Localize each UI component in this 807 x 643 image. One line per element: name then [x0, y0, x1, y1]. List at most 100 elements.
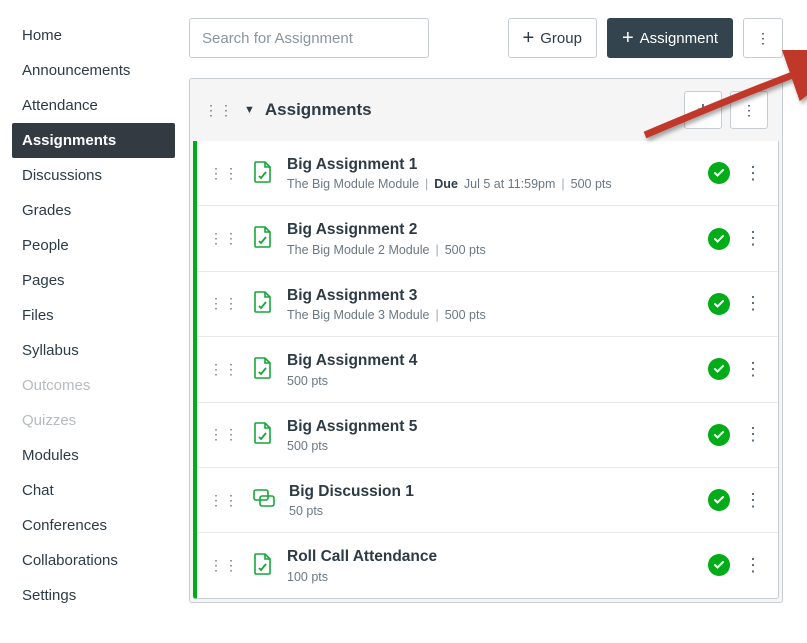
module-name: The Big Module 3 Module — [287, 308, 429, 322]
drag-handle-icon[interactable]: ⋮⋮ — [209, 295, 239, 312]
drag-handle-icon[interactable]: ⋮⋮ — [209, 230, 239, 247]
published-icon[interactable] — [708, 554, 730, 576]
group-add-button[interactable]: + — [684, 91, 722, 129]
sidebar-item-chat[interactable]: Chat — [12, 473, 175, 508]
sidebar-item-grades[interactable]: Grades — [12, 193, 175, 228]
sidebar-item-settings[interactable]: Settings — [12, 578, 175, 613]
group-more-button[interactable]: ⋮ — [730, 91, 768, 129]
more-vertical-icon: ⋮ — [756, 30, 770, 47]
separator: | — [435, 308, 438, 322]
sidebar-item-outcomes[interactable]: Outcomes — [12, 368, 175, 403]
search-placeholder: Search for Assignment — [202, 30, 353, 47]
assignment-subtext: The Big Module 2 Module | 500 pts — [287, 243, 694, 257]
main-content: Search for Assignment + Group + Assignme… — [175, 0, 807, 643]
sidebar-item-conferences[interactable]: Conferences — [12, 508, 175, 543]
assignment-icon — [253, 226, 273, 251]
assignment-title: Big Assignment 4 — [287, 351, 694, 370]
assignment-title: Big Discussion 1 — [289, 482, 694, 501]
published-icon[interactable] — [708, 162, 730, 184]
assignment-list: ⋮⋮ Big Assignment 1 The Big Module Modul… — [193, 141, 779, 599]
drag-handle-icon[interactable]: ⋮⋮ — [204, 102, 234, 119]
assignment-row[interactable]: ⋮⋮ Roll Call Attendance 100 pts ⋮ — [197, 533, 778, 597]
row-more-button[interactable]: ⋮ — [744, 424, 762, 445]
row-more-button[interactable]: ⋮ — [744, 490, 762, 511]
row-more-button[interactable]: ⋮ — [744, 163, 762, 184]
assignment-subtext: The Big Module Module | Due Jul 5 at 11:… — [287, 177, 694, 191]
drag-handle-icon[interactable]: ⋮⋮ — [209, 492, 239, 509]
assignment-subtext: 50 pts — [289, 504, 694, 518]
module-name: The Big Module Module — [287, 177, 419, 191]
sidebar-item-pages[interactable]: Pages — [12, 263, 175, 298]
assignment-subtext: 500 pts — [287, 439, 694, 453]
drag-handle-icon[interactable]: ⋮⋮ — [209, 426, 239, 443]
points: 100 pts — [287, 570, 328, 584]
course-sidebar: Home Announcements Attendance Assignment… — [0, 0, 175, 643]
assignment-row[interactable]: ⋮⋮ Big Discussion 1 50 pts ⋮ — [197, 468, 778, 533]
published-icon[interactable] — [708, 424, 730, 446]
assignment-subtext: 500 pts — [287, 374, 694, 388]
points: 500 pts — [445, 308, 486, 322]
drag-handle-icon[interactable]: ⋮⋮ — [209, 361, 239, 378]
sidebar-item-modules[interactable]: Modules — [12, 438, 175, 473]
plus-icon: + — [523, 28, 535, 48]
discussion-icon — [253, 489, 275, 512]
due-date: Jul 5 at 11:59pm — [464, 177, 556, 191]
sidebar-item-syllabus[interactable]: Syllabus — [12, 333, 175, 368]
add-group-button[interactable]: + Group — [508, 18, 597, 58]
points: 500 pts — [571, 177, 612, 191]
assignment-title: Big Assignment 2 — [287, 220, 694, 239]
sidebar-item-collaborations[interactable]: Collaborations — [12, 543, 175, 578]
assignment-group-header[interactable]: ⋮⋮ ▼ Assignments + ⋮ — [190, 79, 782, 141]
search-input[interactable]: Search for Assignment — [189, 18, 429, 58]
row-more-button[interactable]: ⋮ — [744, 555, 762, 576]
published-icon[interactable] — [708, 358, 730, 380]
assignment-row[interactable]: ⋮⋮ Big Assignment 3 The Big Module 3 Mod… — [197, 272, 778, 337]
separator: | — [435, 243, 438, 257]
sidebar-item-announcements[interactable]: Announcements — [12, 53, 175, 88]
assignment-icon — [253, 161, 273, 186]
more-vertical-icon: ⋮ — [742, 102, 756, 119]
plus-icon: + — [697, 100, 709, 120]
sidebar-item-quizzes[interactable]: Quizzes — [12, 403, 175, 438]
assignment-title: Big Assignment 3 — [287, 286, 694, 305]
assignment-row[interactable]: ⋮⋮ Big Assignment 2 The Big Module 2 Mod… — [197, 206, 778, 271]
published-icon[interactable] — [708, 228, 730, 250]
points: 500 pts — [287, 374, 328, 388]
plus-icon: + — [622, 28, 634, 48]
assignment-row[interactable]: ⋮⋮ Big Assignment 4 500 pts ⋮ — [197, 337, 778, 402]
assignment-title: Roll Call Attendance — [287, 547, 694, 566]
sidebar-item-people[interactable]: People — [12, 228, 175, 263]
collapse-caret-icon[interactable]: ▼ — [244, 104, 255, 116]
assignment-row[interactable]: ⋮⋮ Big Assignment 1 The Big Module Modul… — [197, 141, 778, 206]
sidebar-item-discussions[interactable]: Discussions — [12, 158, 175, 193]
published-icon[interactable] — [708, 293, 730, 315]
row-more-button[interactable]: ⋮ — [744, 228, 762, 249]
assignment-icon — [253, 291, 273, 316]
published-icon[interactable] — [708, 489, 730, 511]
assignment-group-title: Assignments — [265, 100, 372, 120]
separator: | — [561, 177, 564, 191]
drag-handle-icon[interactable]: ⋮⋮ — [209, 165, 239, 182]
assignment-icon — [253, 553, 273, 578]
assignment-title: Big Assignment 1 — [287, 155, 694, 174]
row-more-button[interactable]: ⋮ — [744, 293, 762, 314]
sidebar-item-files[interactable]: Files — [12, 298, 175, 333]
assignment-subtext: 100 pts — [287, 570, 694, 584]
assignment-title: Big Assignment 5 — [287, 417, 694, 436]
drag-handle-icon[interactable]: ⋮⋮ — [209, 557, 239, 574]
sidebar-item-attendance[interactable]: Attendance — [12, 88, 175, 123]
assignment-subtext: The Big Module 3 Module | 500 pts — [287, 308, 694, 322]
points: 50 pts — [289, 504, 323, 518]
toolbar: Search for Assignment + Group + Assignme… — [189, 18, 783, 58]
row-more-button[interactable]: ⋮ — [744, 359, 762, 380]
assignment-row[interactable]: ⋮⋮ Big Assignment 5 500 pts ⋮ — [197, 403, 778, 468]
assignment-icon — [253, 357, 273, 382]
toolbar-more-button[interactable]: ⋮ — [743, 18, 783, 58]
separator: | — [425, 177, 428, 191]
sidebar-item-home[interactable]: Home — [12, 18, 175, 53]
assignment-group-actions: + ⋮ — [684, 91, 768, 129]
due-label: Due — [434, 177, 458, 191]
add-assignment-button[interactable]: + Assignment — [607, 18, 733, 58]
sidebar-item-assignments[interactable]: Assignments — [12, 123, 175, 158]
points: 500 pts — [445, 243, 486, 257]
